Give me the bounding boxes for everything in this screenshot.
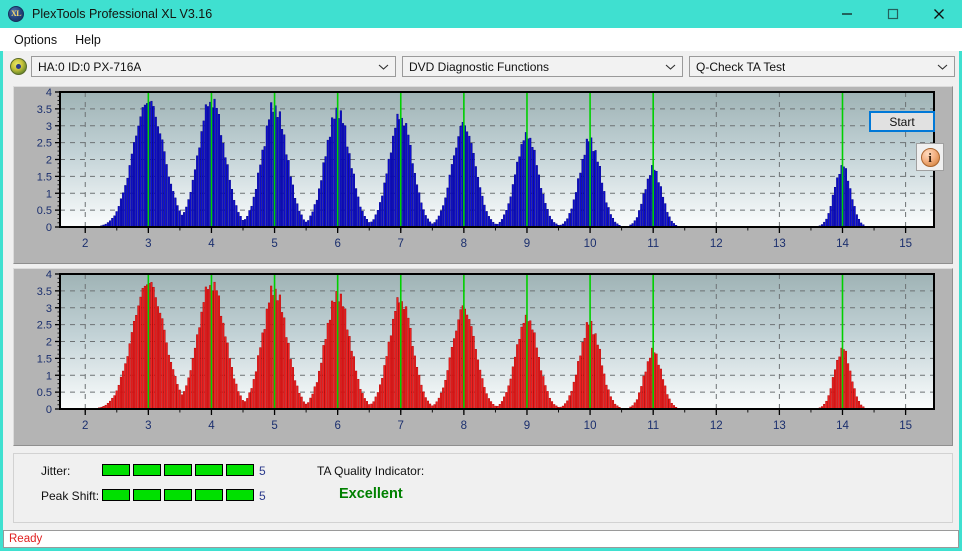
test-select-value: Q-Check TA Test (696, 59, 786, 74)
function-select-value: DVD Diagnostic Functions (409, 59, 550, 74)
meter-block (195, 489, 223, 501)
peak-shift-chart-panel: 0 0.5 1 1.5 2 2.5 3 3.5 4 2 3 4 5 6 7 8 9 10 11 12 13 14 15 (13, 268, 953, 446)
menu-item-options[interactable]: Options (6, 31, 65, 49)
function-select[interactable]: DVD Diagnostic Functions (402, 56, 683, 77)
meter-block (164, 464, 192, 476)
close-button[interactable] (916, 0, 962, 28)
svg-text:3.5: 3.5 (37, 104, 52, 116)
meter-block (226, 464, 254, 476)
minimize-icon (842, 13, 852, 15)
ta-quality-label: TA Quality Indicator: (317, 464, 425, 478)
svg-text:0: 0 (46, 222, 52, 234)
svg-text:3.5: 3.5 (37, 286, 52, 298)
svg-text:5: 5 (271, 238, 277, 250)
svg-text:4: 4 (208, 238, 215, 250)
svg-text:11: 11 (647, 238, 659, 250)
jitter-label: Jitter: (41, 464, 71, 478)
close-icon (934, 9, 944, 19)
svg-text:2: 2 (82, 420, 88, 432)
meter-block (195, 464, 223, 476)
svg-text:0: 0 (46, 404, 52, 416)
svg-text:7: 7 (398, 238, 404, 250)
chevron-down-icon (937, 64, 948, 70)
meter-block (102, 464, 130, 476)
svg-text:6: 6 (334, 420, 340, 432)
plextools-logo-icon: XL (8, 6, 24, 22)
svg-text:2.5: 2.5 (37, 320, 52, 332)
jitter-value: 5 (259, 464, 266, 478)
window-title: PlexTools Professional XL V3.16 (32, 7, 213, 21)
svg-text:10: 10 (584, 238, 597, 250)
svg-text:1: 1 (46, 370, 52, 382)
info-button[interactable]: i (916, 143, 944, 171)
svg-text:3: 3 (46, 121, 52, 133)
svg-text:4: 4 (46, 269, 52, 281)
svg-text:15: 15 (899, 238, 912, 250)
jitter-block-meter (102, 464, 254, 476)
svg-text:12: 12 (710, 420, 723, 432)
svg-text:2.5: 2.5 (37, 138, 52, 150)
meter-block (133, 489, 161, 501)
svg-text:7: 7 (398, 420, 404, 432)
chevron-down-icon (665, 64, 676, 70)
menu-item-help[interactable]: Help (67, 31, 109, 49)
svg-text:9: 9 (524, 238, 530, 250)
svg-text:8: 8 (461, 420, 467, 432)
svg-text:8: 8 (461, 238, 467, 250)
results-panel: Jitter: 5 Peak Shift: 5 TA Quality Indic… (13, 453, 953, 523)
status-bar: Ready (3, 530, 959, 548)
info-icon: i (920, 147, 940, 167)
svg-text:14: 14 (836, 420, 849, 432)
svg-text:11: 11 (647, 420, 659, 432)
meter-block (164, 489, 192, 501)
ta-quality-value: Excellent (339, 486, 403, 502)
svg-text:1: 1 (46, 188, 52, 200)
maximize-icon (887, 8, 899, 20)
minimize-button[interactable] (824, 0, 870, 28)
drive-select-value: HA:0 ID:0 PX-716A (38, 59, 142, 74)
meter-block (133, 464, 161, 476)
test-select[interactable]: Q-Check TA Test (689, 56, 955, 77)
meter-block (226, 489, 254, 501)
svg-text:15: 15 (899, 420, 912, 432)
svg-text:1.5: 1.5 (37, 171, 52, 183)
svg-text:3: 3 (145, 238, 151, 250)
svg-text:2: 2 (82, 238, 88, 250)
disc-icon (10, 58, 27, 75)
svg-text:4: 4 (208, 420, 215, 432)
peak-shift-label: Peak Shift: (41, 489, 100, 503)
chevron-down-icon (378, 64, 389, 70)
svg-text:14: 14 (836, 238, 849, 250)
svg-text:3: 3 (46, 303, 52, 315)
drive-select[interactable]: HA:0 ID:0 PX-716A (31, 56, 396, 77)
svg-text:3: 3 (145, 420, 151, 432)
jitter-chart: 0 0.5 1 1.5 2 2.5 3 3.5 4 2 3 4 5 6 7 8 9 10 11 12 13 14 15 (14, 87, 952, 263)
peak-shift-chart: 0 0.5 1 1.5 2 2.5 3 3.5 4 2 3 4 5 6 7 8 9 10 11 12 13 14 15 (14, 269, 952, 445)
jitter-chart-panel: 0 0.5 1 1.5 2 2.5 3 3.5 4 2 3 4 5 6 7 8 9 10 11 12 13 14 15 (13, 86, 953, 264)
toolbar: HA:0 ID:0 PX-716A DVD Diagnostic Functio… (3, 52, 959, 83)
svg-text:5: 5 (271, 420, 277, 432)
maximize-button[interactable] (870, 0, 916, 28)
svg-text:12: 12 (710, 238, 723, 250)
svg-text:4: 4 (46, 87, 52, 99)
svg-text:0.5: 0.5 (37, 387, 52, 399)
svg-text:13: 13 (773, 238, 786, 250)
svg-text:10: 10 (584, 420, 597, 432)
svg-text:2: 2 (46, 155, 52, 167)
svg-text:2: 2 (46, 337, 52, 349)
svg-text:13: 13 (773, 420, 786, 432)
client-area: HA:0 ID:0 PX-716A DVD Diagnostic Functio… (3, 51, 959, 530)
peak-shift-value: 5 (259, 489, 266, 503)
status-text: Ready (9, 533, 43, 545)
menu-bar: Options Help (0, 28, 962, 51)
svg-text:9: 9 (524, 420, 530, 432)
meter-block (102, 489, 130, 501)
peak-shift-block-meter (102, 489, 254, 501)
svg-text:6: 6 (334, 238, 340, 250)
title-bar: XL PlexTools Professional XL V3.16 (0, 0, 962, 28)
application-window: XL PlexTools Professional XL V3.16 Optio… (0, 0, 962, 551)
svg-text:0.5: 0.5 (37, 205, 52, 217)
svg-text:1.5: 1.5 (37, 353, 52, 365)
start-button[interactable]: Start (869, 111, 935, 132)
